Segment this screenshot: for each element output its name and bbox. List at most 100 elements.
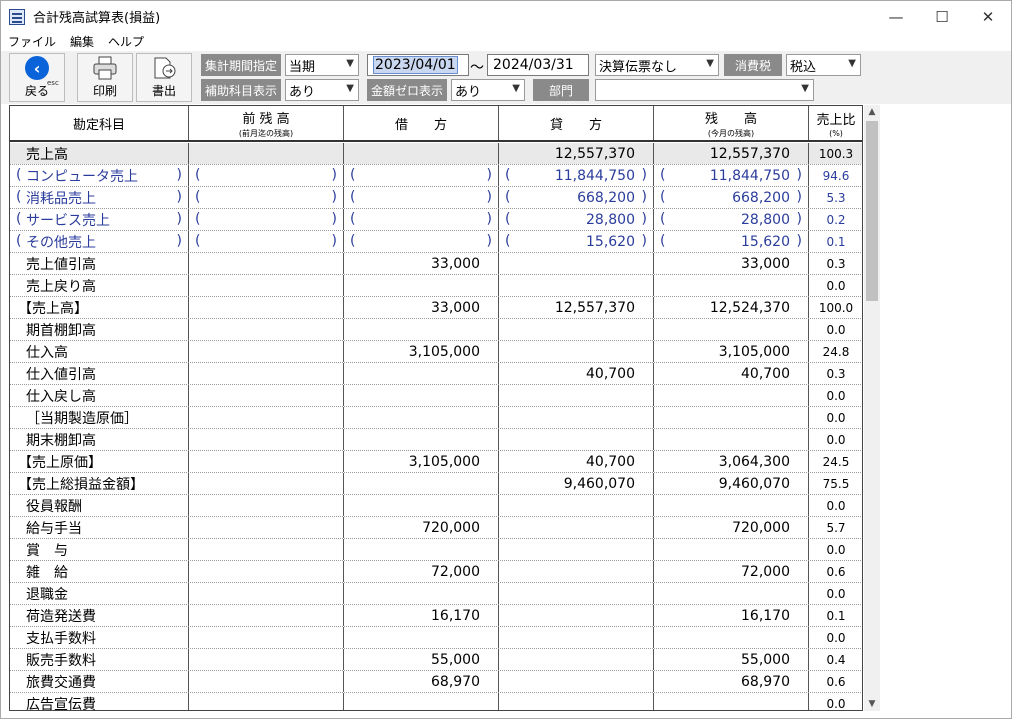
cell-credit (499, 429, 654, 450)
cell-balance (654, 407, 809, 428)
department-select[interactable]: ▼ (595, 79, 814, 101)
cell-credit (499, 253, 654, 274)
table-row[interactable]: 支払手数料 0.0 (10, 627, 862, 649)
cell-pct: 0.0 (809, 275, 862, 296)
cell-pct: 0.3 (809, 253, 862, 274)
table-row[interactable]: 賞 与 0.0 (10, 539, 862, 561)
vertical-scrollbar[interactable]: ▲ ▼ (864, 105, 880, 711)
cell-pct-text: 0.0 (826, 410, 846, 425)
paren-open: ( (195, 233, 201, 249)
header-balance-sub: (今月の残高) (707, 128, 755, 138)
cell-balance-text: 11,844,750 (709, 167, 790, 184)
cell-name: ［当期製造原価］ (10, 407, 189, 428)
close-button[interactable]: ✕ (965, 1, 1011, 32)
scroll-up-icon[interactable]: ▲ (864, 105, 880, 119)
table-row[interactable]: 旅費交通費 68,970 68,970 0.6 (10, 671, 862, 693)
table-row[interactable]: 荷造発送費 16,170 16,170 0.1 (10, 605, 862, 627)
maximize-button[interactable]: ☐ (919, 1, 965, 32)
menu-help[interactable]: ヘルプ (101, 33, 151, 50)
table-row[interactable]: サービス売上()()() 28,800() 28,800() 0.2 (10, 209, 862, 231)
table-row[interactable]: 売上高 12,557,370 12,557,370 100.3 (10, 143, 862, 165)
tax-select[interactable]: 税込 ▼ (786, 54, 861, 76)
header-balance-label: 残 高 (704, 111, 757, 127)
cell-name-text: ［当期製造原価］ (26, 410, 138, 427)
cell-balance: 12,557,370 (654, 143, 809, 164)
table-row[interactable]: コンピュータ売上()()() 11,844,750() 11,844,750() 94… (10, 165, 862, 187)
cell-debit-text: 72,000 (431, 563, 480, 580)
table-row[interactable]: 広告宣伝費 0.0 (10, 693, 862, 711)
cell-name-text: 消耗品売上 (26, 190, 96, 207)
table-row[interactable]: 販売手数料 55,000 55,000 0.4 (10, 649, 862, 671)
table-row[interactable]: 売上値引高 33,000 33,000 0.3 (10, 253, 862, 275)
menu-edit[interactable]: 編集 (63, 33, 101, 50)
minimize-button[interactable]: — (873, 1, 919, 32)
sub-account-value: あり (289, 84, 316, 100)
export-button[interactable]: 書出 (136, 53, 192, 102)
paren-close: ) (641, 233, 647, 249)
cell-pct: 5.3 (809, 187, 862, 208)
cell-debit (344, 143, 499, 164)
menu-file[interactable]: ファイル (1, 33, 63, 50)
cell-pct: 94.6 (809, 165, 862, 186)
cell-prev (189, 297, 344, 318)
scroll-down-icon[interactable]: ▼ (864, 697, 880, 711)
table-row[interactable]: 仕入戻し高 0.0 (10, 385, 862, 407)
table-row[interactable]: 役員報酬 0.0 (10, 495, 862, 517)
cell-name: 仕入高 (10, 341, 189, 362)
cell-balance-text: 40,700 (741, 365, 790, 382)
cell-name-text: 期首棚卸高 (26, 322, 96, 339)
zero-amount-select[interactable]: あり ▼ (451, 79, 525, 101)
table-row[interactable]: 消耗品売上()()() 668,200() 668,200() 5.3 (10, 187, 862, 209)
cell-credit (499, 583, 654, 604)
cell-debit (344, 385, 499, 406)
cell-prev (189, 407, 344, 428)
zero-amount-value: あり (455, 84, 482, 100)
cell-prev (189, 319, 344, 340)
cell-debit-text: 3,105,000 (408, 343, 480, 360)
back-button[interactable]: ‹ esc 戻る (9, 53, 65, 102)
cell-balance (654, 319, 809, 340)
paren-open: ( (350, 189, 356, 205)
cell-credit: 40,700 (499, 451, 654, 472)
closing-entry-select[interactable]: 決算伝票なし ▼ (595, 54, 719, 76)
table-row[interactable]: 売上戻り高 0.0 (10, 275, 862, 297)
department-button[interactable]: 部門 (533, 79, 589, 101)
print-button[interactable]: 印刷 (77, 53, 133, 102)
table-row[interactable]: その他売上()()() 15,620() 15,620() 0.1 (10, 231, 862, 253)
cell-prev (189, 341, 344, 362)
table-row[interactable]: 【売上総損益金額】 9,460,070 9,460,070 75.5 (10, 473, 862, 495)
table-row[interactable]: 【売上高】 33,000 12,557,370 12,524,370 100.0 (10, 297, 862, 319)
from-date-input[interactable]: 2023/04/01 (367, 54, 469, 76)
period-select[interactable]: 当期 ▼ (285, 54, 359, 76)
cell-balance-text: 668,200 (732, 189, 790, 206)
scroll-thumb[interactable] (866, 121, 878, 301)
table-row[interactable]: 仕入値引高 40,700 40,700 0.3 (10, 363, 862, 385)
table-row[interactable]: 期首棚卸高 0.0 (10, 319, 862, 341)
table-row[interactable]: 仕入高 3,105,000 3,105,000 24.8 (10, 341, 862, 363)
table-row[interactable]: 【売上原価】 3,105,000 40,700 3,064,300 24.5 (10, 451, 862, 473)
sub-account-select[interactable]: あり ▼ (285, 79, 359, 101)
cell-credit-text: 668,200 (577, 189, 635, 206)
cell-pct: 0.0 (809, 495, 862, 516)
cell-prev: () (189, 209, 344, 230)
table-row[interactable]: 期末棚卸高 0.0 (10, 429, 862, 451)
cell-credit: 9,460,070 (499, 473, 654, 494)
cell-balance: 11,844,750 () (654, 165, 809, 186)
table-row[interactable]: ［当期製造原価］ 0.0 (10, 407, 862, 429)
table-row[interactable]: 退職金 0.0 (10, 583, 862, 605)
table-row[interactable]: 給与手当 720,000 720,000 5.7 (10, 517, 862, 539)
menu-bar: ファイル 編集 ヘルプ (1, 32, 1011, 51)
cell-pct-text: 0.0 (826, 388, 846, 403)
table-row[interactable]: 雑 給 72,000 72,000 0.6 (10, 561, 862, 583)
cell-pct-text: 0.0 (826, 696, 846, 711)
cell-balance-text: 9,460,070 (718, 475, 790, 492)
to-date-input[interactable]: 2024/03/31 (487, 54, 589, 76)
cell-name-text: 仕入戻し高 (26, 388, 96, 405)
paren-open: ( (505, 211, 511, 227)
cell-prev (189, 253, 344, 274)
cell-prev (189, 561, 344, 582)
cell-debit: () (344, 187, 499, 208)
cell-name-text: 【売上総損益金額】 (18, 476, 144, 493)
cell-name-text: 売上戻り高 (26, 278, 96, 295)
cell-name: 期首棚卸高 (10, 319, 189, 340)
